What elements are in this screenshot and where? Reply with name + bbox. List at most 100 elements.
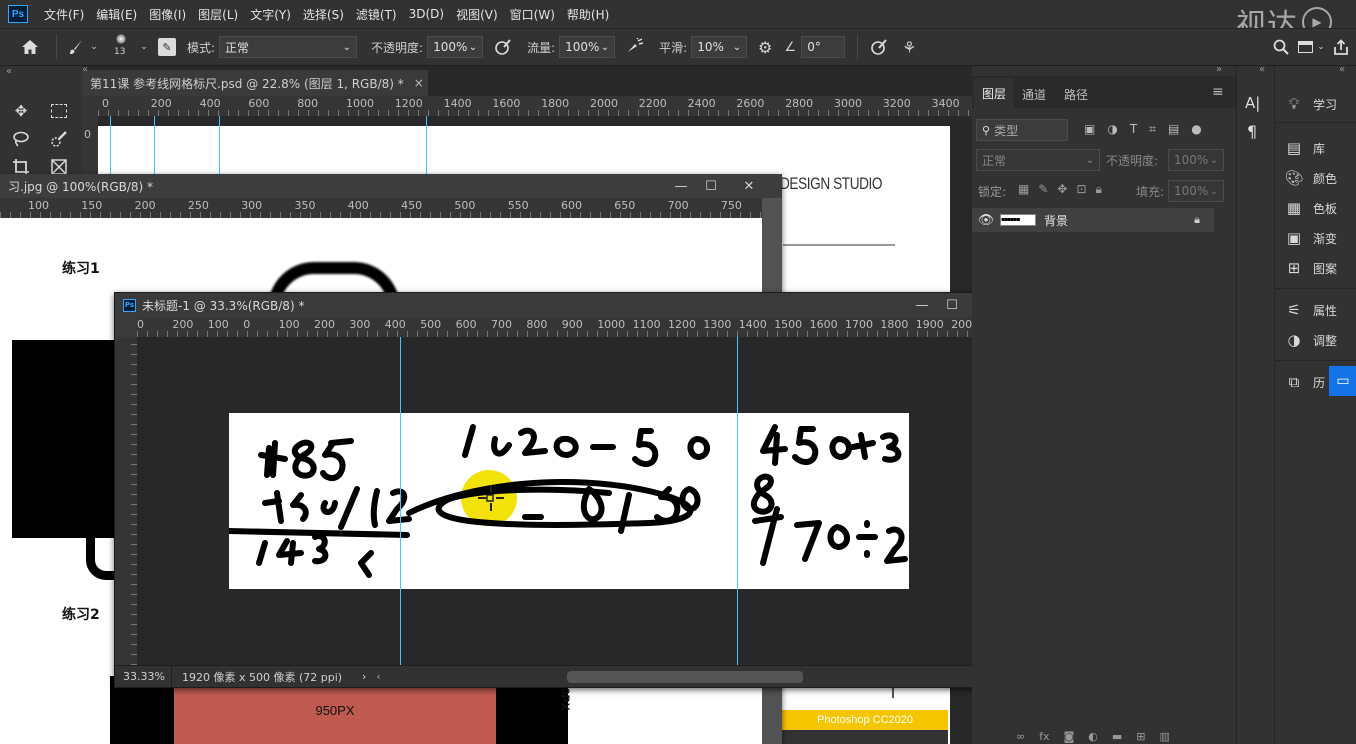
menu-3d[interactable]: 3D(D) xyxy=(403,7,450,21)
panel-libraries[interactable]: ▤ 库 xyxy=(1283,136,1325,160)
fx-icon[interactable]: fx xyxy=(1039,730,1049,744)
chevron-down-icon[interactable]: ⌄ xyxy=(89,42,99,52)
menu-edit[interactable]: 编辑(E) xyxy=(90,6,143,23)
maximize-button[interactable]: ☐ xyxy=(694,174,728,198)
collapse-icon[interactable]: « xyxy=(1339,64,1345,75)
blue-overlay-icon[interactable]: ▭ xyxy=(1329,366,1356,396)
lasso-tool-icon[interactable] xyxy=(6,126,36,152)
maximize-button[interactable]: ☐ xyxy=(935,293,969,317)
menu-layer[interactable]: 图层(L) xyxy=(192,6,244,23)
panel-patterns[interactable]: ⊞ 图案 xyxy=(1283,256,1337,280)
flow-input[interactable]: 100% ⌄ xyxy=(559,36,616,58)
lock-transparent-icon[interactable]: ▦ xyxy=(1018,182,1029,197)
minimize-button[interactable]: — xyxy=(905,293,939,317)
panel-history[interactable]: ⧉ 历 xyxy=(1283,370,1325,394)
gear-icon[interactable]: ⚙ xyxy=(751,38,779,57)
brush-panel-icon[interactable]: ✎ xyxy=(157,38,177,56)
collapse-icon[interactable]: » xyxy=(1216,64,1222,75)
minimize-button[interactable]: — xyxy=(664,174,698,198)
filter-toggle-icon[interactable]: ● xyxy=(1191,122,1201,137)
collapse-icon[interactable]: « xyxy=(1259,64,1265,75)
character-panel-icon[interactable]: A| xyxy=(1245,94,1260,112)
collapse-toolbar-icon[interactable]: « xyxy=(6,66,12,77)
window-titlebar[interactable]: Ps 未标题-1 @ 33.3%(RGB/8) * xyxy=(115,293,1021,317)
share-icon[interactable] xyxy=(1326,39,1356,55)
studio-underline xyxy=(783,244,895,246)
symmetry-butterfly-icon[interactable]: ⚘ xyxy=(894,38,924,57)
folder-icon[interactable]: ▬ xyxy=(1112,730,1122,744)
panel-color[interactable]: 🎨︎ 颜色 xyxy=(1283,166,1337,190)
chevron-down-icon[interactable]: ⌄ xyxy=(1316,42,1326,52)
scroll-left-arrow[interactable]: ‹ xyxy=(376,670,380,683)
chevron-down-icon[interactable]: ⌄ xyxy=(139,42,149,52)
link-icon[interactable]: ∞ xyxy=(1016,730,1025,744)
menu-file[interactable]: 文件(F) xyxy=(38,6,90,23)
brush-tool-icon[interactable] xyxy=(63,39,89,55)
adjustment-icon[interactable]: ◐ xyxy=(1088,730,1098,744)
menu-select[interactable]: 选择(S) xyxy=(297,6,350,23)
layer-row-background[interactable]: 👁︎ ▪▪▪▪▪▪ 背景 🔒︎ xyxy=(972,208,1214,232)
brush-angle-input[interactable]: 0° xyxy=(801,36,846,58)
fill-input[interactable]: 100% ⌄ xyxy=(1168,180,1224,202)
properties-icon: ⚟ xyxy=(1287,301,1301,319)
untitled-1-window[interactable]: Ps 未标题-1 @ 33.3%(RGB/8) * — ☐ ✕ 02001000… xyxy=(114,292,1022,688)
horizontal-scrollbar[interactable] xyxy=(387,666,997,688)
close-button[interactable]: ✕ xyxy=(732,174,766,198)
search-icon[interactable] xyxy=(1268,39,1294,55)
lock-all-icon[interactable]: 🔒︎ xyxy=(1096,182,1102,197)
tab-channels[interactable]: 通道 xyxy=(1022,86,1046,103)
document-info[interactable]: 1920 像素 x 500 像素 (72 ppi) xyxy=(172,669,362,685)
opacity-input[interactable]: 100% ⌄ xyxy=(427,36,484,58)
menu-type[interactable]: 文字(Y) xyxy=(244,6,297,23)
tab-layers[interactable]: 图层 xyxy=(974,78,1014,108)
trash-icon[interactable]: ▥ xyxy=(1159,730,1169,744)
lock-artboard-icon[interactable]: ⊡ xyxy=(1076,182,1086,197)
image-filter-icon[interactable]: ▣ xyxy=(1084,122,1095,137)
shape-filter-icon[interactable]: ⌗ xyxy=(1149,122,1156,137)
tab-paths[interactable]: 路径 xyxy=(1064,86,1088,103)
chevron-right-icon[interactable]: › xyxy=(362,670,366,683)
zoom-level[interactable]: 33.33% xyxy=(115,670,171,683)
new-layer-icon[interactable]: ⊞ xyxy=(1136,730,1145,744)
lock-pixels-icon[interactable]: ✎ xyxy=(1038,182,1048,197)
layers-footer: ∞ fx ◙ ◐ ▬ ⊞ ▥ xyxy=(972,730,1236,744)
panel-swatches[interactable]: ▦ 色板 xyxy=(1283,196,1337,220)
scroll-thumb[interactable] xyxy=(566,670,803,683)
blend-mode-select[interactable]: 正常 ⌄ xyxy=(976,149,1100,171)
type-filter-icon[interactable]: T xyxy=(1130,122,1137,137)
eye-icon[interactable]: 👁︎ xyxy=(972,213,1000,228)
pressure-size-icon[interactable] xyxy=(864,38,894,56)
layer-opacity-input[interactable]: 100% ⌄ xyxy=(1168,149,1224,171)
adjustment-filter-icon[interactable]: ◑ xyxy=(1107,122,1117,137)
panel-adjustments[interactable]: ◑ 调整 xyxy=(1283,328,1337,352)
paragraph-panel-icon[interactable]: ¶ xyxy=(1247,122,1257,141)
menu-view[interactable]: 视图(V) xyxy=(450,6,504,23)
menu-filter[interactable]: 滤镜(T) xyxy=(350,6,403,23)
black-rect-left xyxy=(12,340,118,538)
panel-learn[interactable]: 💡︎ 学习 xyxy=(1283,92,1337,116)
panel-properties[interactable]: ⚟ 属性 xyxy=(1283,298,1337,322)
move-tool-icon[interactable]: ✥ xyxy=(6,98,36,124)
airbrush-icon[interactable] xyxy=(621,38,649,56)
smoothing-input[interactable]: 10% ⌄ xyxy=(691,36,748,58)
mode-select[interactable]: 正常 ⌄ xyxy=(219,36,358,58)
lock-position-icon[interactable]: ✥ xyxy=(1057,182,1067,197)
workspace-icon[interactable] xyxy=(1294,41,1316,53)
home-icon[interactable] xyxy=(10,39,50,55)
menu-window[interactable]: 窗口(W) xyxy=(504,6,561,23)
panel-menu-icon[interactable]: ≡ xyxy=(1212,84,1224,100)
layer-filter-select[interactable]: ⚲ 类型 xyxy=(976,119,1068,141)
tab-reference-psd[interactable]: 第11课 参考线网格标尺.psd @ 22.8% (图层 1, RGB/8) *… xyxy=(82,70,428,96)
smart-filter-icon[interactable]: ▤ xyxy=(1168,122,1179,137)
menu-image[interactable]: 图像(I) xyxy=(143,6,192,23)
close-icon[interactable]: × xyxy=(414,76,424,90)
menu-help[interactable]: 帮助(H) xyxy=(561,6,615,23)
mask-icon[interactable]: ◙ xyxy=(1064,730,1075,744)
lock-label: 锁定: xyxy=(978,185,1007,199)
brush-preset-picker[interactable]: 13 xyxy=(109,32,139,62)
marquee-tool-icon[interactable] xyxy=(44,98,74,124)
panel-gradients[interactable]: ▣ 渐变 xyxy=(1283,226,1337,250)
pressure-opacity-icon[interactable] xyxy=(489,38,517,56)
quick-select-tool-icon[interactable] xyxy=(44,126,74,152)
collapse-icon[interactable]: « xyxy=(82,64,88,75)
